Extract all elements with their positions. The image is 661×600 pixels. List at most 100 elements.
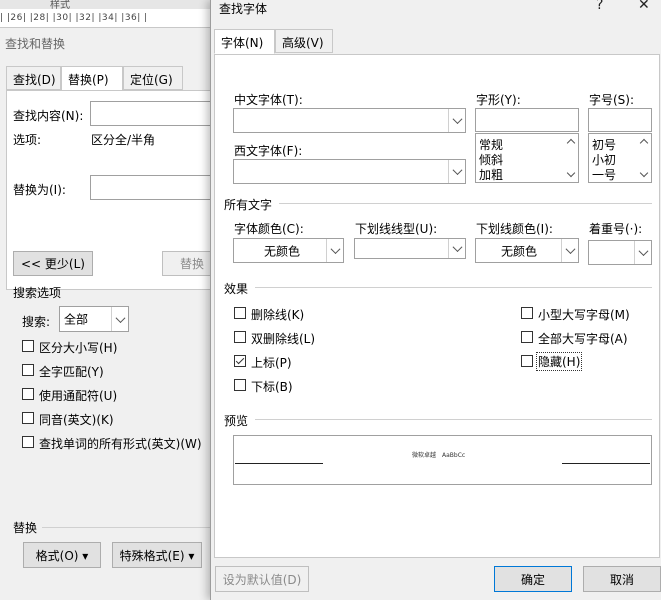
- tab-advanced[interactable]: 高级(V): [275, 29, 333, 53]
- superscript-checkbox[interactable]: [234, 355, 246, 367]
- underline-color-label: 下划线颜色(I):: [476, 222, 553, 236]
- emphasis-label: 着重号(·):: [589, 222, 643, 236]
- double-strikethrough-checkbox[interactable]: [234, 331, 246, 343]
- superscript-label: 上标(P): [251, 356, 292, 370]
- chevron-down-icon: [634, 241, 651, 264]
- effects-title: 效果: [224, 282, 249, 296]
- small-caps-checkbox[interactable]: [521, 307, 533, 319]
- ruler-style-label: 样式: [50, 0, 70, 11]
- font-color-value: 无颜色: [264, 244, 301, 258]
- search-options-title: 搜索选项: [13, 286, 62, 300]
- help-icon[interactable]: ?: [596, 0, 603, 13]
- hidden-checkbox[interactable]: [521, 355, 533, 367]
- search-direction-select[interactable]: 全部: [59, 306, 129, 332]
- search-direction-value: 全部: [64, 312, 89, 327]
- tab-goto[interactable]: 定位(G): [123, 66, 183, 90]
- preview-baseline-right: [562, 463, 650, 464]
- emphasis-select[interactable]: [588, 240, 652, 265]
- preview-title: 预览: [224, 414, 249, 428]
- all-word-forms-checkbox[interactable]: [22, 436, 34, 448]
- tab-font[interactable]: 字体(N): [214, 29, 275, 54]
- set-default-button[interactable]: 设为默认值(D): [215, 566, 309, 592]
- underline-style-select[interactable]: [354, 238, 466, 259]
- subscript-checkbox[interactable]: [234, 379, 246, 391]
- western-font-select[interactable]: [233, 159, 466, 184]
- cancel-button[interactable]: 取消: [583, 566, 661, 592]
- match-case-checkbox[interactable]: [22, 340, 34, 352]
- find-what-label: 查找内容(N):: [13, 109, 84, 123]
- underline-color-select[interactable]: 无颜色: [475, 238, 579, 263]
- all-text-title: 所有文字: [224, 198, 273, 212]
- scroll-down-icon[interactable]: [640, 170, 649, 179]
- find-replace-title: 查找和替换: [5, 37, 66, 51]
- replace-section-title: 替换: [13, 521, 38, 535]
- special-button[interactable]: 特殊格式(E) ▾: [112, 542, 202, 568]
- font-style-list[interactable]: 常规 倾斜 加粗: [475, 133, 579, 183]
- effects-divider: [255, 287, 652, 288]
- preview-box: 微软卓越 AaBbCc: [233, 435, 652, 485]
- font-style-label: 字形(Y):: [476, 93, 521, 107]
- font-color-select[interactable]: 无颜色: [233, 238, 344, 263]
- sounds-like-label: 同音(英文)(K): [39, 413, 114, 427]
- chevron-down-icon: [111, 307, 128, 331]
- search-direction-label: 搜索:: [22, 315, 51, 329]
- font-style-input[interactable]: [475, 108, 579, 132]
- chinese-font-select[interactable]: [233, 108, 466, 133]
- scroll-up-icon[interactable]: [567, 137, 576, 146]
- chinese-font-label: 中文字体(T):: [234, 93, 303, 107]
- hidden-label: 隐藏(H): [536, 352, 583, 371]
- find-replace-dialog: 样式 | |26| |28| |30| |32| |34| |36| | 查找和…: [0, 0, 210, 600]
- double-strikethrough-label: 双删除线(L): [251, 332, 316, 346]
- font-size-option[interactable]: 一号: [592, 166, 616, 183]
- underline-style-label: 下划线线型(U):: [355, 222, 438, 236]
- format-button[interactable]: 格式(O) ▾: [23, 542, 101, 568]
- all-text-divider: [279, 203, 652, 204]
- replace-button[interactable]: 替换: [162, 251, 210, 276]
- preview-text: 微软卓越 AaBbCc: [412, 452, 466, 459]
- scroll-up-icon[interactable]: [640, 137, 649, 146]
- whole-word-label: 全字匹配(Y): [39, 365, 104, 379]
- chevron-down-icon: [326, 239, 343, 262]
- replace-section-divider: [42, 527, 210, 528]
- all-caps-label: 全部大写字母(A): [538, 332, 628, 346]
- find-font-title: 查找字体: [219, 2, 268, 16]
- subscript-label: 下标(B): [251, 380, 293, 394]
- find-font-dialog: 查找字体 ? ✕ 字体(N) 高级(V) 中文字体(T): 西文字体(F): 字…: [210, 0, 661, 600]
- find-what-input[interactable]: [90, 101, 210, 126]
- underline-color-value: 无颜色: [501, 244, 538, 258]
- strikethrough-checkbox[interactable]: [234, 307, 246, 319]
- chevron-down-icon: [448, 239, 465, 258]
- font-size-label: 字号(S):: [589, 93, 635, 107]
- wildcards-label: 使用通配符(U): [39, 389, 118, 403]
- ruler-top-strip: 样式: [0, 0, 210, 11]
- sounds-like-checkbox[interactable]: [22, 412, 34, 424]
- replace-with-input[interactable]: [90, 175, 210, 200]
- all-caps-checkbox[interactable]: [521, 331, 533, 343]
- ruler: 样式 | |26| |28| |30| |32| |34| |36| |: [0, 0, 210, 28]
- preview-divider: [255, 419, 652, 420]
- all-word-forms-label: 查找单词的所有形式(英文)(W): [39, 437, 202, 451]
- tab-replace[interactable]: 替换(P): [61, 66, 123, 91]
- scroll-down-icon[interactable]: [567, 170, 576, 179]
- small-caps-label: 小型大写字母(M): [538, 308, 630, 322]
- whole-word-checkbox[interactable]: [22, 364, 34, 376]
- font-size-input[interactable]: [588, 108, 652, 132]
- strikethrough-label: 删除线(K): [251, 308, 305, 322]
- match-case-label: 区分大小写(H): [39, 341, 118, 355]
- close-icon[interactable]: ✕: [638, 0, 650, 13]
- tab-find[interactable]: 查找(D): [6, 66, 61, 90]
- ok-button[interactable]: 确定: [494, 566, 572, 592]
- preview-baseline-left: [235, 463, 323, 464]
- font-style-option[interactable]: 加粗: [479, 166, 503, 183]
- ruler-marks: | |26| |28| |30| |32| |34| |36| |: [0, 13, 148, 23]
- font-size-list[interactable]: 初号 小初 一号: [588, 133, 652, 183]
- font-color-label: 字体颜色(C):: [234, 222, 304, 236]
- options-value: 区分全/半角: [91, 133, 156, 147]
- chevron-down-icon: [561, 239, 578, 262]
- less-button[interactable]: << 更少(L): [13, 251, 93, 276]
- western-font-label: 西文字体(F):: [234, 144, 303, 158]
- chevron-down-icon: [448, 160, 465, 183]
- replace-with-label: 替换为(I):: [13, 183, 66, 197]
- chevron-down-icon: [448, 109, 465, 132]
- wildcards-checkbox[interactable]: [22, 388, 34, 400]
